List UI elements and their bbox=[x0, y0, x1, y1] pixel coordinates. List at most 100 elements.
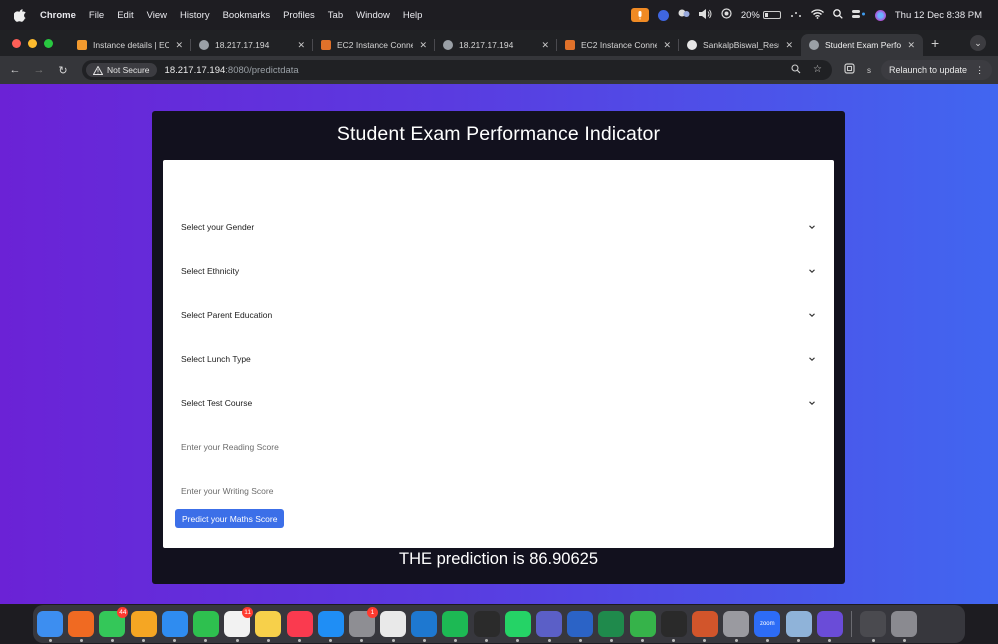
tab-close-icon[interactable]: ✕ bbox=[785, 40, 793, 51]
facetime-icon[interactable] bbox=[192, 611, 219, 642]
apple-logo-icon[interactable] bbox=[14, 8, 28, 22]
menu-profiles[interactable]: Profiles bbox=[283, 10, 315, 21]
close-window-button[interactable] bbox=[12, 38, 21, 48]
teams-icon[interactable] bbox=[536, 611, 562, 642]
control-center-icon[interactable] bbox=[851, 9, 866, 22]
imovie-icon[interactable] bbox=[816, 611, 843, 642]
test-course-select[interactable]: Select Test Course bbox=[181, 392, 816, 414]
browser-tab[interactable]: EC2 Instance Conne ✕ bbox=[557, 34, 679, 56]
word-icon[interactable] bbox=[567, 611, 594, 642]
zoom-magnifier-icon[interactable] bbox=[791, 63, 801, 77]
new-tab-plus-icon[interactable]: + bbox=[931, 35, 939, 51]
tab-close-icon[interactable]: ✕ bbox=[175, 40, 183, 51]
app-store-icon[interactable] bbox=[317, 611, 344, 642]
writing-score-input[interactable]: Enter your Writing Score bbox=[181, 480, 816, 502]
forward-arrow-icon[interactable]: → bbox=[30, 64, 48, 76]
address-bar[interactable]: Not Secure 18.217.17.194 :8080/predictda… bbox=[82, 60, 832, 80]
browser-tab-active[interactable]: Student Exam Perfo ✕ bbox=[801, 34, 923, 56]
safari-icon[interactable] bbox=[161, 611, 188, 642]
battery-status[interactable]: 20% bbox=[741, 10, 781, 21]
minimize-window-button[interactable] bbox=[28, 38, 37, 48]
tab-close-icon[interactable]: ✕ bbox=[297, 40, 305, 51]
running-indicator bbox=[329, 639, 333, 642]
tab-search-chevron-icon[interactable]: ⌄ bbox=[970, 35, 986, 51]
predict-maths-score-button[interactable]: Predict your Maths Score bbox=[175, 509, 285, 528]
reading-score-placeholder: Enter your Reading Score bbox=[181, 442, 279, 452]
firefox-icon[interactable] bbox=[68, 611, 95, 642]
page-title: Student Exam Performance Indicator bbox=[336, 123, 661, 145]
browser-tab[interactable]: EC2 Instance Conne ✕ bbox=[313, 34, 435, 56]
messages-icon[interactable]: 44 bbox=[99, 607, 129, 642]
extensions-icon[interactable] bbox=[844, 63, 855, 77]
browser-tab[interactable]: 18.217.17.194 ✕ bbox=[435, 34, 557, 56]
dots-icon[interactable] bbox=[790, 10, 802, 21]
zoom-window-button[interactable] bbox=[44, 38, 53, 48]
trash-icon[interactable] bbox=[891, 611, 918, 642]
tab-close-icon[interactable]: ✕ bbox=[419, 40, 427, 51]
control-center-app-icon[interactable] bbox=[678, 8, 690, 22]
chrome-icon[interactable] bbox=[380, 611, 407, 642]
photo-booth-icon[interactable] bbox=[860, 611, 887, 642]
browser-toolbar: ← → ↻ Not Secure 18.217.17.194 :8080/pre… bbox=[0, 56, 998, 84]
kebab-menu-icon[interactable]: ⋮ bbox=[975, 65, 984, 76]
menu-view[interactable]: View bbox=[147, 10, 167, 21]
running-indicator bbox=[391, 639, 395, 642]
tab-close-icon[interactable]: ✕ bbox=[907, 40, 915, 51]
browser-tab[interactable]: 18.217.17.194 ✕ bbox=[191, 34, 313, 56]
menu-history[interactable]: History bbox=[180, 10, 210, 21]
profile-avatar-icon[interactable]: s bbox=[867, 66, 871, 75]
not-secure-badge[interactable]: Not Secure bbox=[86, 63, 157, 77]
spotify-icon[interactable] bbox=[442, 611, 469, 642]
url-host: 18.217.17.194 bbox=[164, 64, 226, 76]
menu-bookmarks[interactable]: Bookmarks bbox=[223, 10, 271, 21]
menu-file[interactable]: File bbox=[89, 10, 104, 21]
vscode-icon[interactable] bbox=[411, 611, 438, 642]
wifi-icon[interactable] bbox=[810, 8, 824, 22]
preview-icon[interactable] bbox=[785, 611, 812, 642]
finder-icon[interactable] bbox=[37, 611, 63, 642]
photos-icon[interactable] bbox=[130, 611, 157, 642]
zoom-status-icon[interactable] bbox=[657, 9, 669, 21]
notes-icon[interactable] bbox=[255, 611, 282, 642]
tab-close-icon[interactable]: ✕ bbox=[541, 40, 549, 51]
tab-close-icon[interactable]: ✕ bbox=[663, 40, 671, 51]
parent-education-select[interactable]: Select Parent Education bbox=[181, 304, 816, 326]
numbers-icon[interactable] bbox=[629, 611, 656, 642]
menu-chrome[interactable]: Chrome bbox=[40, 10, 76, 21]
screen-record-icon[interactable] bbox=[721, 8, 732, 22]
reminders-icon[interactable]: 11 bbox=[224, 607, 254, 642]
system-settings-icon[interactable]: 1 bbox=[348, 607, 378, 642]
chevron-down-icon bbox=[809, 357, 815, 361]
menubar-clock[interactable]: Thu 12 Dec 8:38 PM bbox=[895, 10, 982, 21]
tab-title: EC2 Instance Conne bbox=[337, 40, 414, 50]
relaunch-to-update-button[interactable]: Relaunch to update ⋮ bbox=[881, 60, 993, 80]
reading-score-input[interactable]: Enter your Reading Score bbox=[181, 436, 816, 458]
powerpoint-icon[interactable] bbox=[691, 611, 718, 642]
browser-tab[interactable]: Instance details | EC ✕ bbox=[69, 34, 191, 56]
activity-monitor-icon[interactable] bbox=[473, 611, 500, 642]
menu-edit[interactable]: Edit bbox=[117, 10, 133, 21]
excel-icon[interactable] bbox=[598, 611, 625, 642]
whatsapp-icon[interactable] bbox=[504, 611, 531, 642]
running-indicator bbox=[485, 639, 489, 642]
running-indicator bbox=[609, 639, 613, 642]
microphone-icon[interactable] bbox=[630, 8, 649, 22]
browser-tab[interactable]: SankalpBiswal_Resu ✕ bbox=[679, 34, 801, 56]
volume-icon[interactable] bbox=[698, 8, 712, 22]
disk-utility-icon[interactable] bbox=[723, 611, 750, 642]
menu-help[interactable]: Help bbox=[403, 10, 423, 21]
bookmark-star-icon[interactable]: ☆ bbox=[813, 64, 822, 77]
siri-icon[interactable] bbox=[874, 9, 886, 21]
ethnicity-select[interactable]: Select Ethnicity bbox=[181, 260, 816, 282]
tab-title: SankalpBiswal_Resu bbox=[703, 40, 780, 50]
zoom-icon[interactable]: zoom bbox=[754, 611, 781, 642]
menu-tab[interactable]: Tab bbox=[328, 10, 343, 21]
music-icon[interactable] bbox=[286, 611, 313, 642]
lunch-type-select[interactable]: Select Lunch Type bbox=[181, 348, 816, 370]
terminal-icon[interactable] bbox=[660, 611, 687, 642]
menu-window[interactable]: Window bbox=[356, 10, 390, 21]
spotlight-search-icon[interactable] bbox=[833, 8, 843, 22]
back-arrow-icon[interactable]: ← bbox=[6, 64, 24, 76]
gender-select[interactable]: Select your Gender bbox=[181, 216, 816, 238]
reload-icon[interactable]: ↻ bbox=[54, 64, 72, 77]
